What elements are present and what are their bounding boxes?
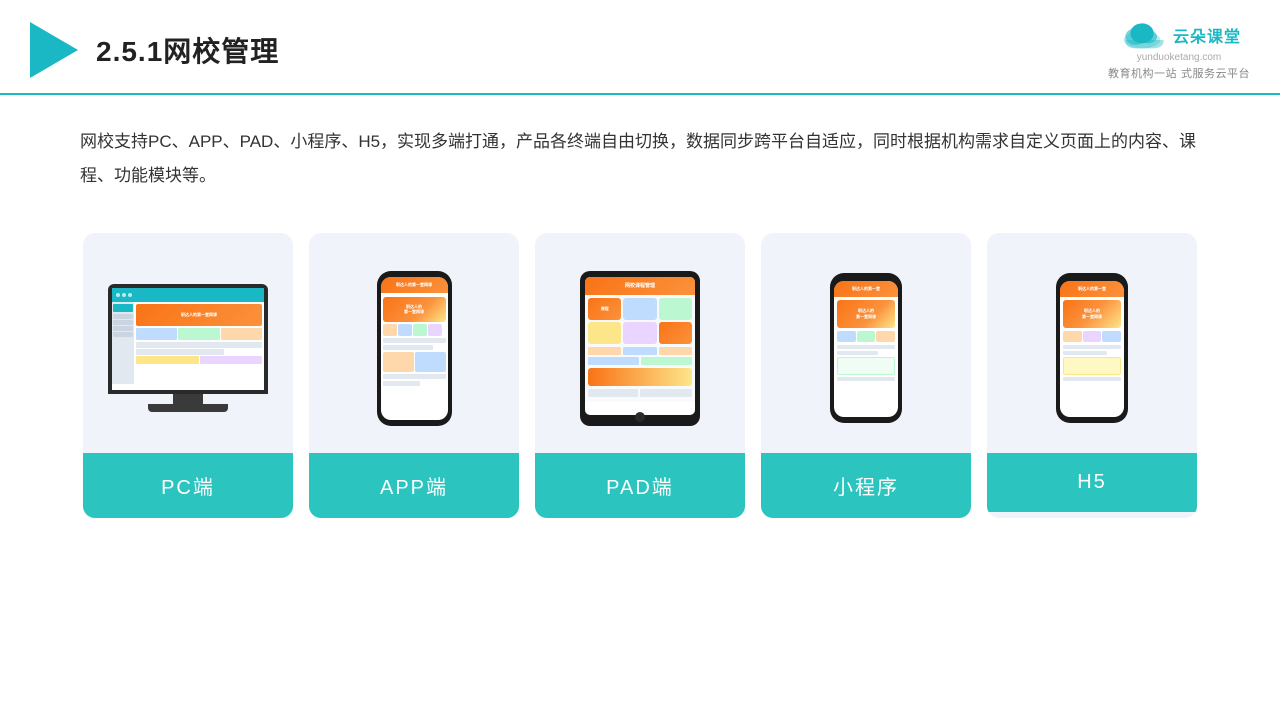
logo-area: 云朵课堂 yunduoketang.com 教育机构一站 式服务云平台 xyxy=(1108,18,1250,81)
pad-tablet-mockup: 网校课程管理 课程 xyxy=(580,271,700,426)
card-h5: 职达人的第一堂 职达人的第一堂网课 xyxy=(987,233,1197,518)
card-label-app: APP端 xyxy=(309,453,519,518)
card-image-pc: 职达人的第一堂网课 xyxy=(83,233,293,453)
header-left: 2.5.1网校管理 xyxy=(30,22,279,78)
pc-monitor: 职达人的第一堂网课 xyxy=(108,284,268,394)
card-image-miniapp: 职达人的第一堂 职达人的第一堂网课 xyxy=(761,233,971,453)
card-image-pad: 网校课程管理 课程 xyxy=(535,233,745,453)
play-icon xyxy=(30,22,78,78)
logo-tagline-1: 教育机构一站 xyxy=(1108,65,1177,81)
description-text: 网校支持PC、APP、PAD、小程序、H5，实现多端打通，产品各终端自由切换，数… xyxy=(80,125,1200,193)
h5-phone-mockup: 职达人的第一堂 职达人的第一堂网课 xyxy=(1056,273,1128,423)
page-title: 2.5.1网校管理 xyxy=(96,30,279,70)
card-app: 职达人的第一堂网课 职达人的第一堂网课 xyxy=(309,233,519,518)
logo-url: yunduoketang.com xyxy=(1137,52,1222,63)
card-image-app: 职达人的第一堂网课 职达人的第一堂网课 xyxy=(309,233,519,453)
card-label-pc: PC端 xyxy=(83,453,293,518)
miniapp-phone-mockup: 职达人的第一堂 职达人的第一堂网课 xyxy=(830,273,902,423)
description: 网校支持PC、APP、PAD、小程序、H5，实现多端打通，产品各终端自由切换，数… xyxy=(0,95,1280,203)
app-phone-mockup: 职达人的第一堂网课 职达人的第一堂网课 xyxy=(377,271,452,426)
card-label-h5: H5 xyxy=(987,453,1197,512)
logo-cloud: 云朵课堂 xyxy=(1117,18,1241,52)
logo-tagline-2: 式服务云平台 xyxy=(1181,65,1250,81)
header: 2.5.1网校管理 云朵课堂 yunduoketang.com 教育机构一站 式… xyxy=(0,0,1280,95)
card-label-miniapp: 小程序 xyxy=(761,453,971,518)
cards-container: 职达人的第一堂网课 xyxy=(0,203,1280,548)
cloud-icon xyxy=(1117,18,1167,52)
logo-text: 云朵课堂 xyxy=(1173,23,1241,47)
card-pc: 职达人的第一堂网课 xyxy=(83,233,293,518)
pc-mockup: 职达人的第一堂网课 xyxy=(103,284,273,412)
card-miniapp: 职达人的第一堂 职达人的第一堂网课 xyxy=(761,233,971,518)
card-label-pad: PAD端 xyxy=(535,453,745,518)
card-pad: 网校课程管理 课程 xyxy=(535,233,745,518)
card-image-h5: 职达人的第一堂 职达人的第一堂网课 xyxy=(987,233,1197,453)
